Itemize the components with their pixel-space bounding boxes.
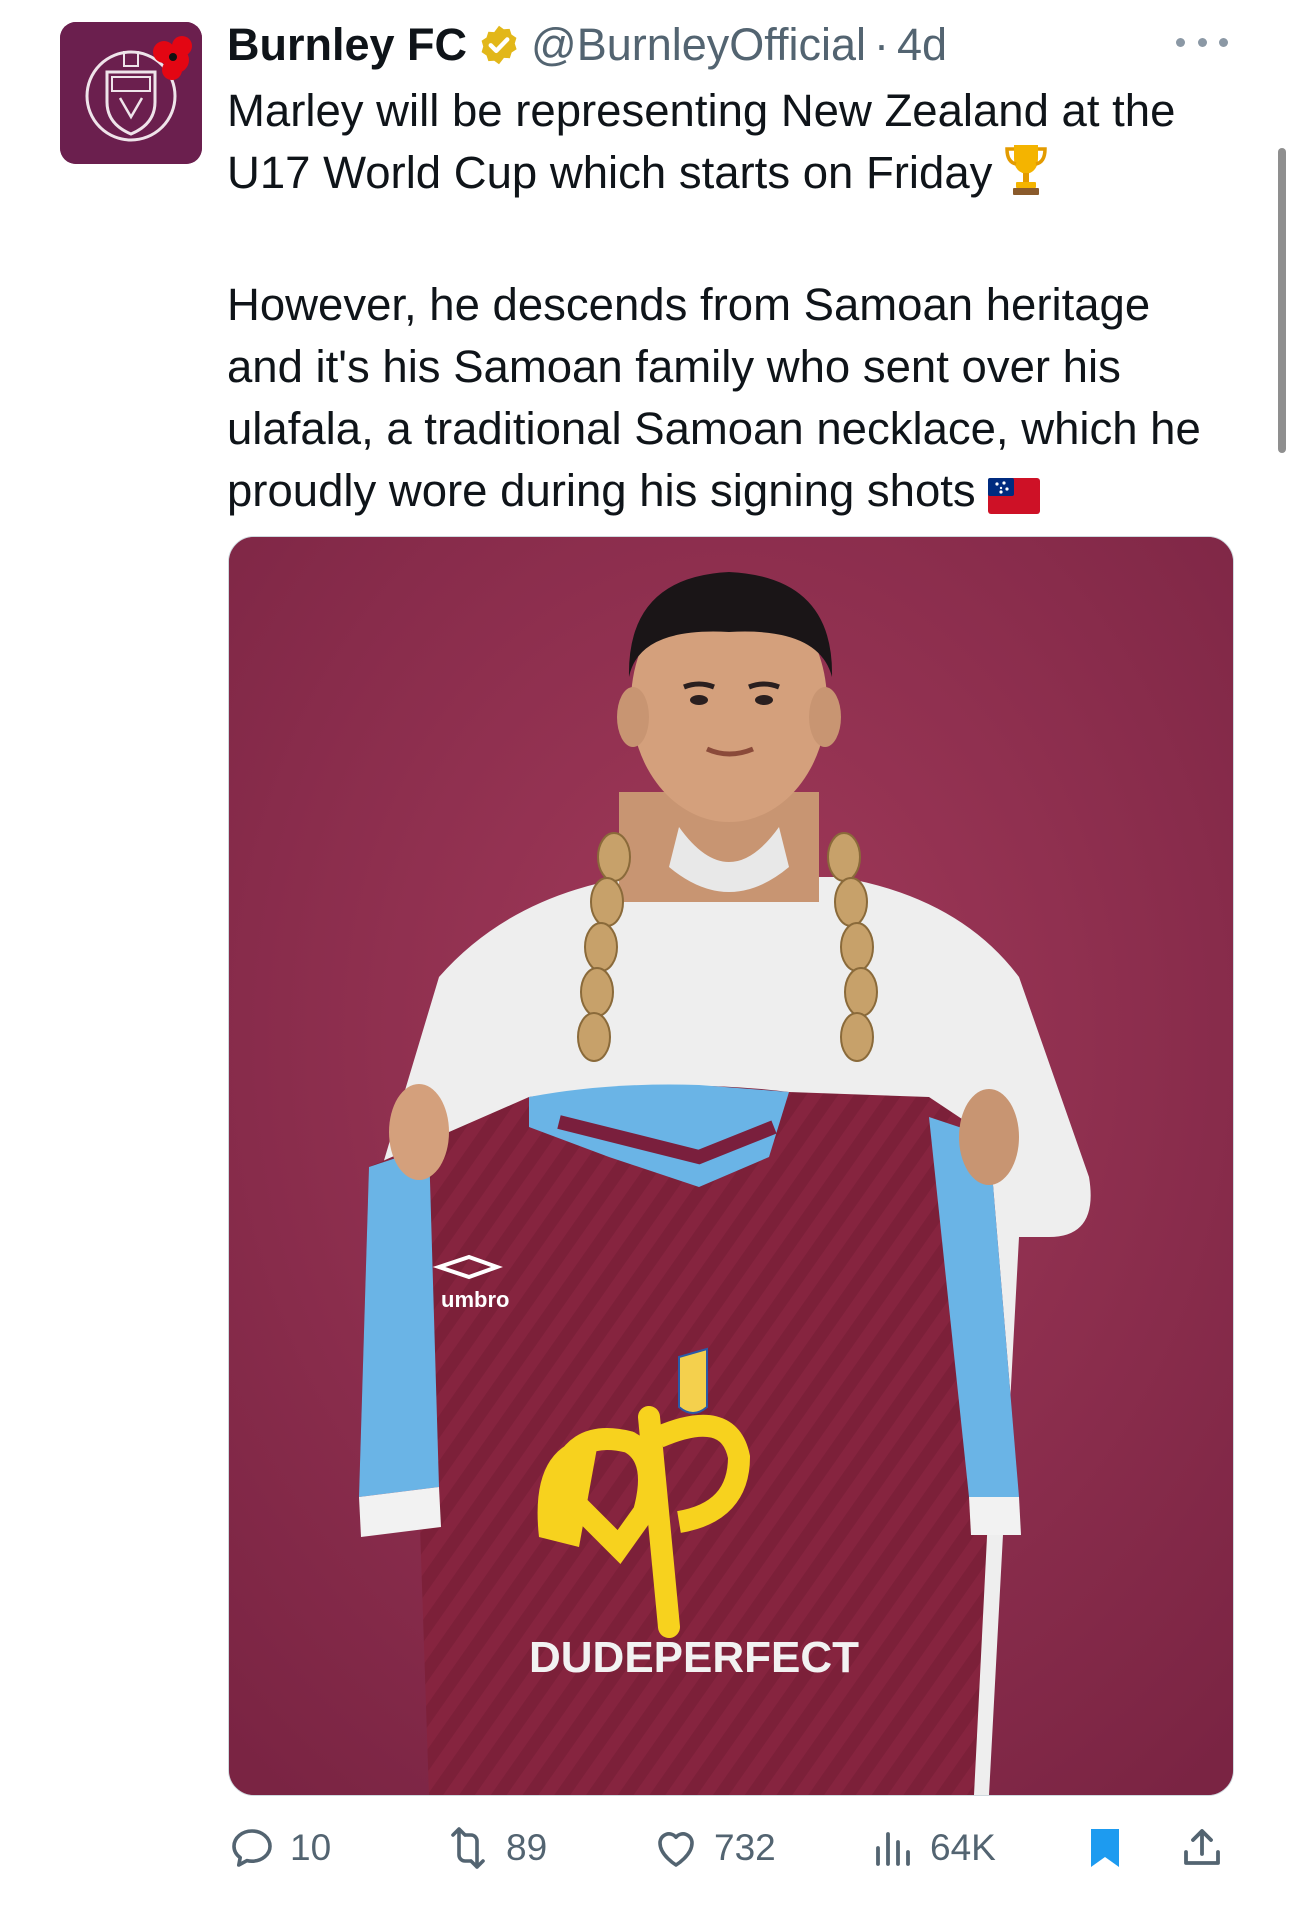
bookmark-icon	[1091, 1829, 1119, 1867]
separator-dot: ·	[874, 19, 890, 70]
like-icon	[658, 1832, 694, 1867]
repost-button[interactable]: 89	[444, 1815, 547, 1881]
action-bar: 10 89 732 64K	[228, 1815, 1232, 1881]
share-button[interactable]	[1178, 1815, 1226, 1881]
svg-text:umbro: umbro	[441, 1287, 509, 1312]
share-icon	[1184, 1829, 1220, 1865]
player-photo: umbro DUDEPERFECT	[229, 537, 1233, 1795]
tweet-paragraph-1: Marley will be representing New Zealand …	[227, 80, 1237, 212]
more-icon[interactable]	[1176, 22, 1228, 62]
views-icon	[876, 1832, 910, 1866]
repost-count: 89	[506, 1827, 548, 1868]
reply-count: 10	[290, 1827, 332, 1868]
display-name[interactable]: Burnley FC	[227, 19, 467, 71]
scrollbar[interactable]	[1278, 148, 1286, 453]
timestamp[interactable]: 4d	[897, 19, 947, 71]
verified-badge-icon[interactable]	[477, 23, 521, 67]
avatar[interactable]	[60, 22, 202, 164]
tweet[interactable]: Burnley FC @BurnleyOfficial · 4d Marley …	[0, 0, 1290, 1907]
reply-icon	[232, 1829, 272, 1867]
handle[interactable]: @BurnleyOfficial	[531, 19, 866, 71]
like-count: 732	[714, 1827, 776, 1868]
tweet-header: Burnley FC @BurnleyOfficial · 4d	[227, 14, 947, 76]
samoa-flag-emoji	[987, 468, 1040, 530]
tweet-text: Marley will be representing New Zealand …	[227, 80, 1237, 530]
like-button[interactable]: 732	[652, 1815, 776, 1881]
tweet-media-photo[interactable]: umbro DUDEPERFECT	[228, 536, 1234, 1796]
trophy-emoji	[1004, 142, 1048, 212]
burnley-crest-icon	[60, 22, 202, 164]
svg-text:DUDEPERFECT: DUDEPERFECT	[529, 1633, 859, 1682]
bookmark-button[interactable]	[1081, 1815, 1129, 1881]
reply-button[interactable]: 10	[228, 1815, 331, 1881]
tweet-paragraph-2: However, he descends from Samoan heritag…	[227, 274, 1237, 530]
views-count: 64K	[930, 1827, 996, 1868]
repost-icon	[451, 1827, 485, 1869]
views-button[interactable]: 64K	[868, 1815, 996, 1881]
